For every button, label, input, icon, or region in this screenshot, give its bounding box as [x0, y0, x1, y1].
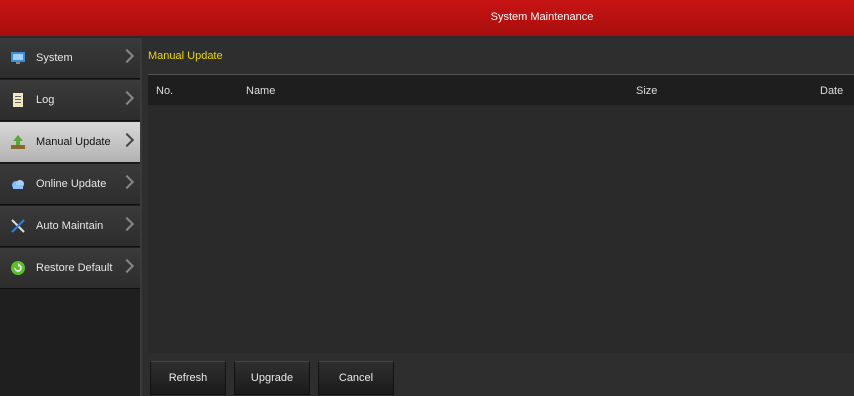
- sidebar-item-label: System: [36, 52, 73, 64]
- sidebar-item-label: Log: [36, 94, 55, 106]
- sidebar-item-restore-default[interactable]: Restore Default: [0, 248, 140, 289]
- chevron-right-icon: [119, 90, 135, 106]
- sidebar-item-system[interactable]: System: [0, 38, 140, 79]
- monitor-icon: [11, 52, 25, 64]
- main-panel: Manual Update No. Name Size Date Refresh…: [142, 38, 854, 396]
- log-icon: [13, 93, 23, 107]
- sidebar-item-manual-update[interactable]: Manual Update: [0, 122, 140, 163]
- restore-icon: [11, 261, 25, 275]
- chevron-right-icon: [119, 132, 135, 148]
- tools-icon: [11, 219, 25, 233]
- title-bar: System Maintenance: [0, 0, 854, 36]
- column-date: Date: [820, 85, 844, 97]
- chevron-right-icon: [119, 258, 135, 274]
- sidebar-item-label: Manual Update: [36, 136, 111, 148]
- chevron-right-icon: [119, 48, 135, 64]
- chevron-right-icon: [119, 174, 135, 190]
- sidebar-item-label: Online Update: [36, 178, 107, 190]
- upgrade-button[interactable]: Upgrade: [234, 361, 310, 395]
- table-header: No. Name Size Date: [148, 74, 854, 106]
- cloud-icon: [12, 180, 24, 189]
- sidebar-item-label: Auto Maintain: [36, 220, 104, 232]
- window-title: System Maintenance: [490, 11, 594, 23]
- sidebar: System Log Manual Update Online Update A…: [0, 38, 142, 396]
- column-no: No.: [156, 85, 174, 97]
- section-title: Manual Update: [148, 50, 223, 62]
- sidebar-item-label: Restore Default: [36, 262, 113, 274]
- sidebar-item-log[interactable]: Log: [0, 80, 140, 121]
- sidebar-item-auto-maintain[interactable]: Auto Maintain: [0, 206, 140, 247]
- column-name: Name: [246, 85, 276, 97]
- chevron-right-icon: [119, 216, 135, 232]
- refresh-button[interactable]: Refresh: [150, 361, 226, 395]
- sidebar-item-online-update[interactable]: Online Update: [0, 164, 140, 205]
- file-list[interactable]: [148, 105, 854, 353]
- column-size: Size: [636, 85, 658, 97]
- cancel-button[interactable]: Cancel: [318, 361, 394, 395]
- upload-icon: [11, 135, 25, 149]
